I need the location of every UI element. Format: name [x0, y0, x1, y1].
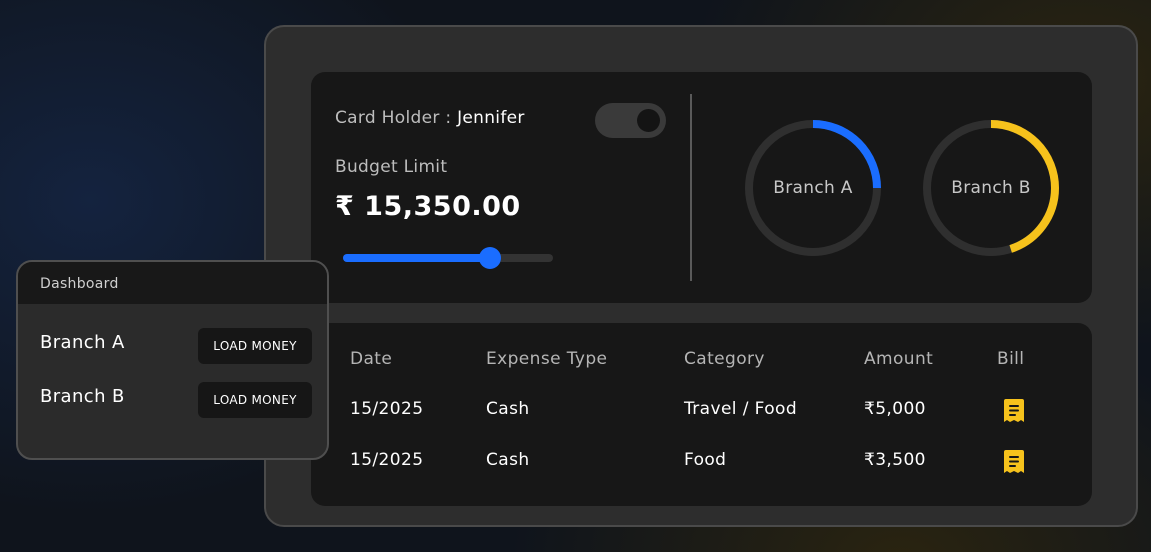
- budget-slider[interactable]: [343, 247, 553, 269]
- card-holder-label: Card Holder :: [335, 108, 452, 128]
- header-date: Date: [350, 349, 393, 369]
- row-2-amount: ₹3,500: [864, 450, 926, 470]
- row-2-category: Food: [684, 450, 727, 470]
- card-summary: Card Holder : Jennifer Budget Limit ₹ 15…: [311, 72, 1092, 303]
- row-1-type: Cash: [486, 399, 530, 419]
- row-2-date: 15/2025: [350, 450, 424, 470]
- card-holder: Card Holder : Jennifer: [335, 108, 525, 128]
- budget-label: Budget Limit: [335, 157, 448, 177]
- header-amount: Amount: [864, 349, 934, 369]
- load-money-button-branch-b[interactable]: LOAD MONEY: [198, 382, 312, 418]
- card-toggle[interactable]: [595, 103, 666, 138]
- header-bill: Bill: [997, 349, 1025, 369]
- dashboard-branch-a: Branch A: [40, 332, 125, 353]
- branch-a-label: Branch A: [773, 178, 853, 198]
- dashboard-branch-b: Branch B: [40, 386, 125, 407]
- receipt-icon[interactable]: [1003, 398, 1025, 424]
- row-1-category: Travel / Food: [684, 399, 798, 419]
- toggle-knob: [637, 109, 660, 132]
- slider-thumb[interactable]: [479, 247, 501, 269]
- slider-fill: [343, 254, 490, 262]
- header-expense-type: Expense Type: [486, 349, 608, 369]
- row-2-type: Cash: [486, 450, 530, 470]
- dashboard-widget: Dashboard Branch A LOAD MONEY Branch B L…: [16, 260, 329, 460]
- row-1-amount: ₹5,000: [864, 399, 926, 419]
- branch-a-ring: Branch A: [741, 116, 885, 260]
- row-1-date: 15/2025: [350, 399, 424, 419]
- load-money-button-branch-a[interactable]: LOAD MONEY: [198, 328, 312, 364]
- dashboard-title: Dashboard: [18, 262, 327, 304]
- header-category: Category: [684, 349, 765, 369]
- card-holder-name: Jennifer: [457, 108, 525, 128]
- budget-value: ₹ 15,350.00: [335, 191, 521, 222]
- branch-b-ring: Branch B: [919, 116, 1063, 260]
- branch-b-label: Branch B: [951, 178, 1031, 198]
- receipt-icon[interactable]: [1003, 449, 1025, 475]
- divider: [690, 94, 692, 281]
- expense-table: Date Expense Type Category Amount Bill 1…: [311, 323, 1092, 506]
